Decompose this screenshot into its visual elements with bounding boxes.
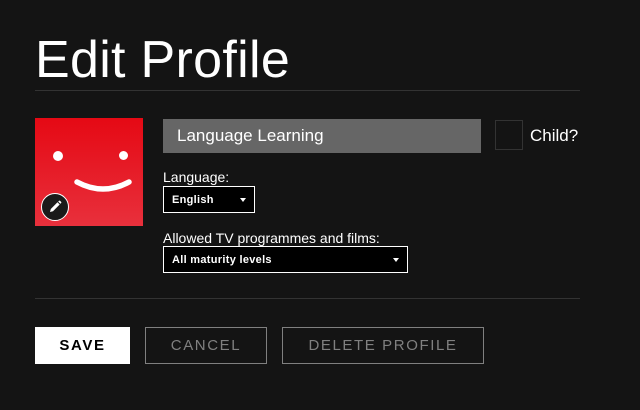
language-label: Language:	[163, 169, 230, 185]
save-button[interactable]: SAVE	[35, 327, 130, 364]
child-checkbox[interactable]	[495, 120, 523, 150]
pencil-icon[interactable]	[41, 193, 69, 221]
language-dropdown[interactable]: English	[163, 186, 255, 213]
top-divider	[35, 90, 580, 91]
child-label: Child?	[530, 126, 579, 145]
maturity-dropdown[interactable]: All maturity levels	[163, 246, 408, 273]
page-title: Edit Profile	[35, 31, 291, 89]
bottom-divider	[35, 298, 580, 299]
caret-down-icon	[240, 198, 246, 202]
edit-profile-page: Edit Profile Child? Language: English Al…	[0, 0, 640, 410]
profile-avatar[interactable]	[35, 118, 143, 226]
delete-profile-button[interactable]: DELETE PROFILE	[282, 327, 484, 364]
caret-down-icon	[393, 258, 399, 262]
maturity-selected-value: All maturity levels	[172, 253, 272, 266]
maturity-label: Allowed TV programmes and films:	[163, 230, 380, 246]
language-selected-value: English	[172, 193, 214, 206]
cancel-button[interactable]: CANCEL	[145, 327, 267, 364]
profile-name-input[interactable]	[163, 119, 481, 153]
